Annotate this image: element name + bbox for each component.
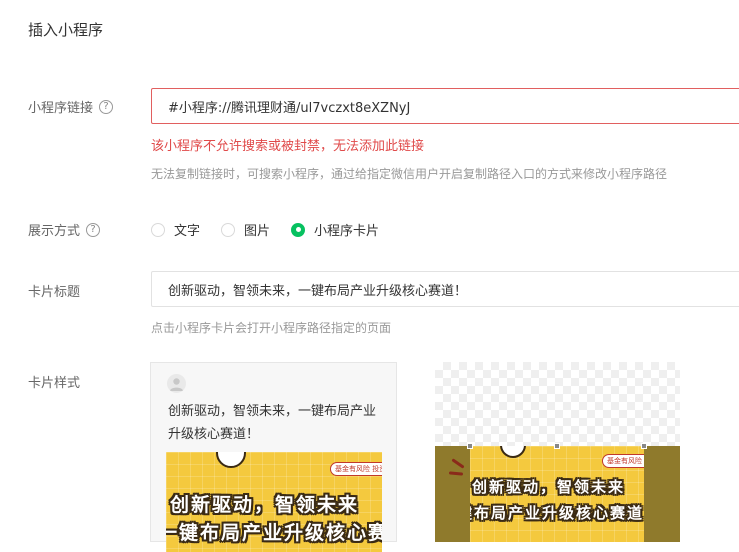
link-hint-text: 无法复制链接时，可搜索小程序，通过给指定微信用户开启复制路径入口的方式来修改小程… <box>151 167 668 181</box>
crop-handle-top-right[interactable] <box>641 443 647 449</box>
radio-option-image[interactable]: 图片 <box>221 220 270 239</box>
decor-circle <box>216 452 246 468</box>
avatar <box>167 374 186 393</box>
help-icon[interactable]: ? <box>86 222 101 237</box>
radio-button[interactable] <box>151 222 165 237</box>
poster-headline-2: 一键布局产业升级核心赛道 <box>166 522 382 544</box>
decor-stroke <box>451 458 465 469</box>
radio-button[interactable] <box>221 222 236 237</box>
card-cover-image: 基金有风险 投资需谨慎 创新驱动，智领未来 一键布局产业升级核心赛道 <box>166 452 382 552</box>
risk-badge: 基金有风险 投资需谨慎 <box>330 462 382 476</box>
radio-button-checked[interactable] <box>291 222 306 237</box>
radio-label: 小程序卡片 <box>314 224 380 239</box>
display-label-text: 展示方式 <box>28 224 81 239</box>
risk-badge: 基金有风险 投资需谨慎 <box>602 454 644 468</box>
link-error-message: 该小程序不允许搜索或被封禁，无法添加此链接 <box>151 139 425 154</box>
card-title-label: 卡片标题 <box>28 285 81 300</box>
poster-headline-2: 一键布局产业升级核心赛道 <box>470 504 644 522</box>
decor-stroke <box>448 471 464 476</box>
radio-label: 图片 <box>244 224 271 239</box>
radio-option-text[interactable]: 文字 <box>151 220 200 239</box>
decor-circle <box>500 446 526 458</box>
crop-selection-window[interactable]: 基金有风险 投资需谨慎 创新驱动，智领未来 一键布局产业升级核心赛道 <box>470 446 644 542</box>
display-mode-radio-group: 文字 图片 小程序卡片 <box>151 220 400 239</box>
display-row-label: 展示方式 ? <box>28 220 101 239</box>
card-title-input[interactable] <box>151 271 739 307</box>
card-style-label: 卡片样式 <box>28 376 81 391</box>
radio-dot <box>295 227 301 232</box>
card-title-hint: 点击小程序卡片会打开小程序路径指定的页面 <box>151 321 392 335</box>
card-preview-title: 创新驱动，智领未来，一键布局产业升级核心赛道！ <box>168 404 377 442</box>
radio-option-miniprogram-card[interactable]: 小程序卡片 <box>291 220 379 239</box>
radio-label: 文字 <box>174 224 201 239</box>
miniprogram-link-input[interactable] <box>151 88 739 124</box>
link-label-text: 小程序链接 <box>28 101 94 116</box>
card-preview: 创新驱动，智领未来，一键布局产业升级核心赛道！ 基金有风险 投资需谨慎 创新驱动… <box>150 362 397 552</box>
crop-handle-top[interactable] <box>554 443 560 449</box>
cover-crop-area[interactable]: 基金有风险 投资需谨慎 创新驱动，智领未来 一键布局产业升级核心赛道 <box>435 362 680 542</box>
poster-headline-1: 创新驱动，智领未来 <box>472 478 626 496</box>
crop-handle-top-left[interactable] <box>467 443 473 449</box>
dialog-title: 插入小程序 <box>28 21 104 39</box>
poster-headline-1: 创新驱动，智领未来 <box>170 494 360 516</box>
user-icon <box>170 378 183 391</box>
link-row-label: 小程序链接 ? <box>28 97 114 116</box>
help-icon[interactable]: ? <box>99 99 114 114</box>
